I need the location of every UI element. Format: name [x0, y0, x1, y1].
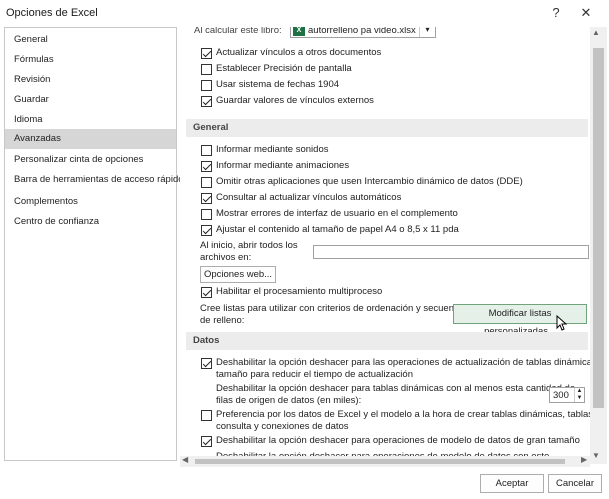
sidebar-item-personalizar-cinta[interactable]: Personalizar cinta de opciones: [5, 150, 176, 170]
sounds-label: Informar mediante sonidos: [216, 144, 329, 155]
scroll-right-icon[interactable]: ▶: [581, 455, 587, 464]
sidebar-item-complementos[interactable]: Complementos: [5, 192, 176, 212]
custom-lists-label: Cree listas para utilizar con criterios …: [200, 303, 471, 326]
pivot-rows-value: 300: [553, 390, 569, 401]
sidebar-item-guardar[interactable]: Guardar: [5, 90, 176, 110]
save-external-links-checkbox[interactable]: [201, 96, 212, 107]
update-links-checkbox[interactable]: [201, 48, 212, 59]
auto-links-label: Consultar al actualizar vínculos automát…: [216, 192, 402, 203]
sidebar-item-centro-confianza[interactable]: Centro de confianza: [5, 212, 176, 232]
sounds-checkbox[interactable]: [201, 145, 212, 156]
section-general: General: [186, 119, 588, 137]
precision-checkbox[interactable]: [201, 64, 212, 75]
horizontal-scroll-thumb[interactable]: [195, 459, 565, 464]
pivot-undo-label: Deshabilitar la opción deshacer para las…: [216, 357, 590, 380]
dde-label: Omitir otras aplicaciones que usen Inter…: [216, 176, 523, 187]
date1904-label: Usar sistema de fechas 1904: [216, 79, 340, 90]
addin-errors-checkbox[interactable]: [201, 209, 212, 220]
pivot-undo-checkbox[interactable]: [201, 358, 212, 369]
startup-folder-input[interactable]: [313, 245, 589, 259]
addin-errors-label: Mostrar errores de interfaz de usuario e…: [216, 208, 458, 219]
title-bar: Opciones de Excel ? ✕: [0, 0, 609, 26]
excel-data-model-label: Preferencia por los datos de Excel y el …: [216, 409, 590, 432]
multithread-label: Habilitar el procesamiento multiproceso: [216, 286, 383, 297]
chevron-down-icon[interactable]: ▾: [419, 27, 435, 37]
scroll-left-icon[interactable]: ◀: [182, 455, 188, 464]
startup-folder-label: Al inicio, abrir todos los archivos en:: [200, 240, 298, 263]
model-undo-label: Deshabilitar la opción deshacer para ope…: [216, 435, 580, 446]
sidebar-item-barra-acceso-rapido[interactable]: Barra de herramientas de acceso rápido: [5, 170, 184, 190]
paper-size-label: Ajustar el contenido al tamaño de papel …: [216, 224, 459, 235]
scroll-up-icon[interactable]: ▲: [592, 28, 600, 37]
sidebar-item-general[interactable]: General: [5, 30, 176, 50]
multithread-checkbox[interactable]: [201, 287, 212, 298]
dde-checkbox[interactable]: [201, 177, 212, 188]
cancel-button[interactable]: Cancelar: [548, 474, 602, 493]
ok-button[interactable]: Aceptar: [480, 474, 544, 493]
sidebar: General Fórmulas Revisión Guardar Idioma…: [4, 27, 184, 461]
pivot-rows-stepper[interactable]: 300 ▲ ▼: [549, 387, 585, 403]
excel-data-model-checkbox[interactable]: [201, 410, 212, 421]
calc-workbook-label: Al calcular este libro:: [194, 27, 282, 36]
vertical-scroll-thumb[interactable]: [593, 48, 604, 408]
animations-label: Informar mediante animaciones: [216, 160, 350, 171]
save-external-links-label: Guardar valores de vínculos externos: [216, 95, 374, 106]
window-title: Opciones de Excel: [6, 7, 98, 19]
spinner-arrows-icon[interactable]: ▲ ▼: [574, 388, 584, 402]
auto-links-checkbox[interactable]: [201, 193, 212, 204]
sidebar-item-avanzadas[interactable]: Avanzadas: [5, 129, 176, 149]
scroll-down-icon[interactable]: ▼: [592, 451, 600, 460]
sidebar-item-formulas[interactable]: Fórmulas: [5, 50, 176, 70]
pivot-rows-label: Deshabilitar la opción deshacer para tab…: [216, 383, 576, 406]
web-options-button[interactable]: Opciones web...: [200, 266, 276, 283]
date1904-checkbox[interactable]: [201, 80, 212, 91]
help-icon[interactable]: ?: [543, 3, 569, 23]
paper-size-checkbox[interactable]: [201, 225, 212, 236]
precision-label: Establecer Precisión de pantalla: [216, 63, 352, 74]
sidebar-item-revision[interactable]: Revisión: [5, 70, 176, 90]
workbook-name: autorrelleno pa video.xlsx: [308, 27, 416, 36]
animations-checkbox[interactable]: [201, 161, 212, 172]
mouse-cursor-icon: [556, 315, 568, 331]
excel-file-icon: X: [293, 27, 305, 36]
section-datos: Datos: [186, 332, 588, 350]
close-icon[interactable]: ✕: [573, 3, 599, 23]
model-undo-checkbox[interactable]: [201, 436, 212, 447]
workbook-select[interactable]: X autorrelleno pa video.xlsx ▾: [290, 27, 436, 38]
options-panel: Al calcular este libro: X autorrelleno p…: [180, 27, 590, 464]
sidebar-item-idioma[interactable]: Idioma: [5, 110, 176, 130]
update-links-label: Actualizar vínculos a otros documentos: [216, 47, 382, 58]
